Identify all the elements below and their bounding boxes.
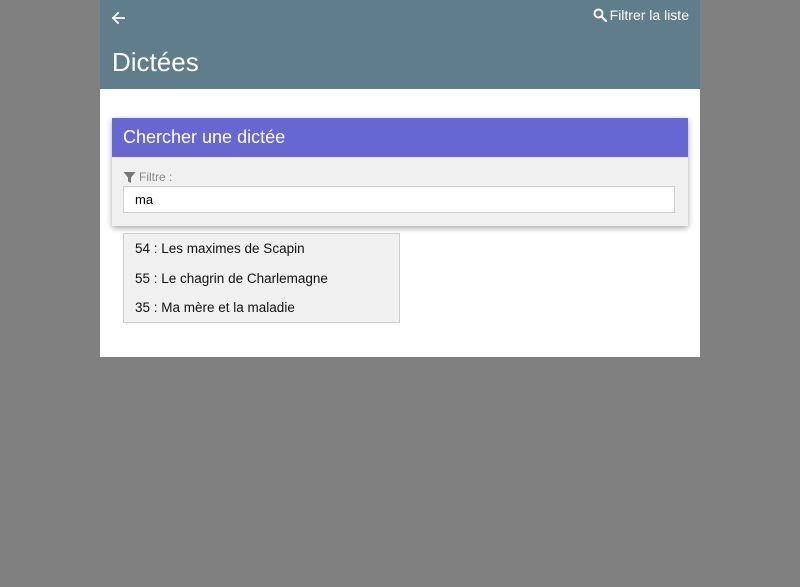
filter-icon bbox=[123, 171, 136, 184]
filter-label-text: Filtre : bbox=[139, 170, 173, 184]
suggestion-item[interactable]: 55 : Le chagrin de Charlemagne bbox=[124, 264, 399, 294]
suggestion-item[interactable]: 35 : Ma mère et la maladie bbox=[124, 293, 399, 323]
filter-label: Filtre : bbox=[123, 169, 172, 185]
search-icon bbox=[593, 8, 607, 22]
back-button[interactable] bbox=[108, 8, 128, 28]
app-header: Filtrer la liste Dictées bbox=[100, 0, 700, 89]
filter-list-button[interactable]: Filtrer la liste bbox=[593, 6, 689, 24]
app-window: Filtrer la liste Dictées Chercher une di… bbox=[100, 0, 700, 357]
search-card-title: Chercher une dictée bbox=[112, 118, 688, 157]
suggestions-list: 54 : Les maximes de Scapin 55 : Le chagr… bbox=[123, 233, 400, 323]
suggestion-item[interactable]: 54 : Les maximes de Scapin bbox=[124, 234, 399, 264]
arrow-left-icon bbox=[111, 11, 125, 25]
filter-list-label: Filtrer la liste bbox=[609, 7, 689, 23]
filter-input[interactable] bbox=[123, 186, 675, 213]
search-card: Chercher une dictée Filtre : bbox=[112, 118, 688, 226]
page-title: Dictées bbox=[112, 47, 199, 77]
